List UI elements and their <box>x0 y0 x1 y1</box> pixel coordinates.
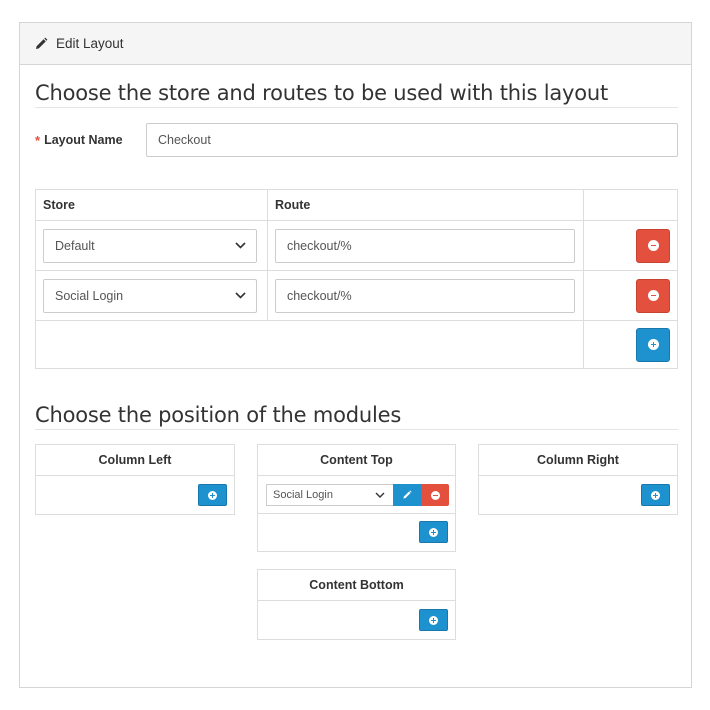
store-select[interactable]: Default <box>43 228 257 263</box>
actions-column-header <box>582 189 679 221</box>
table-footer-row <box>35 320 679 369</box>
route-input[interactable]: checkout/% <box>274 228 575 263</box>
section-title-store-routes: Choose the store and routes to be used w… <box>35 81 678 108</box>
add-module-button[interactable] <box>641 484 670 506</box>
chevron-down-icon <box>235 292 246 299</box>
column-left-title: Column Left <box>36 445 234 476</box>
column-right-title: Column Right <box>479 445 677 476</box>
minus-circle-icon <box>647 290 659 301</box>
section-title-module-positions: Choose the position of the modules <box>35 403 678 430</box>
table-row: Social Login checkout/% <box>35 270 679 321</box>
layout-name-input[interactable]: Checkout <box>146 123 678 157</box>
pencil-icon <box>34 37 48 51</box>
plus-circle-icon <box>429 615 438 625</box>
module-select[interactable]: Social Login <box>266 484 393 506</box>
table-header-row: Store Route <box>35 189 679 221</box>
content-top-title: Content Top <box>258 445 455 476</box>
route-column-header: Route <box>266 189 584 221</box>
minus-circle-icon <box>647 240 659 251</box>
store-column-header: Store <box>35 189 268 221</box>
minus-circle-icon <box>430 490 440 500</box>
column-left-box: Column Left <box>35 444 235 515</box>
column-right-box: Column Right <box>478 444 678 515</box>
layout-name-label: Layout Name <box>44 133 123 147</box>
module-select-value: Social Login <box>273 489 333 501</box>
route-input[interactable]: checkout/% <box>274 278 575 313</box>
plus-circle-icon <box>429 527 438 537</box>
content-bottom-box: Content Bottom <box>257 569 456 640</box>
plus-circle-icon <box>208 490 217 500</box>
remove-route-button[interactable] <box>636 228 670 263</box>
module-row: Social Login <box>266 484 449 506</box>
store-select-value: Default <box>55 238 95 253</box>
pencil-icon <box>403 490 412 499</box>
store-select[interactable]: Social Login <box>43 278 257 313</box>
plus-circle-icon <box>651 490 660 500</box>
routes-table: Store Route Default checkout/% Social Lo… <box>35 189 679 369</box>
add-module-button[interactable] <box>198 484 227 506</box>
add-module-button[interactable] <box>419 609 448 631</box>
table-row: Default checkout/% <box>35 220 679 271</box>
panel-heading: Edit Layout <box>20 23 691 65</box>
content-bottom-title: Content Bottom <box>258 570 455 601</box>
remove-route-button[interactable] <box>636 278 670 313</box>
store-select-value: Social Login <box>55 288 124 303</box>
edit-module-button[interactable] <box>393 484 421 506</box>
remove-module-button[interactable] <box>421 484 449 506</box>
panel-title: Edit Layout <box>56 36 124 51</box>
chevron-down-icon <box>375 492 385 498</box>
plus-circle-icon <box>647 339 659 350</box>
chevron-down-icon <box>235 242 246 249</box>
edit-layout-panel: Edit Layout Choose the store and routes … <box>19 22 692 688</box>
content-top-box: Content Top Social Login <box>257 444 456 552</box>
required-mark: * <box>35 132 41 148</box>
add-module-button[interactable] <box>419 521 448 543</box>
add-route-button[interactable] <box>636 327 670 362</box>
layout-name-row: * Layout Name Checkout <box>35 123 678 157</box>
